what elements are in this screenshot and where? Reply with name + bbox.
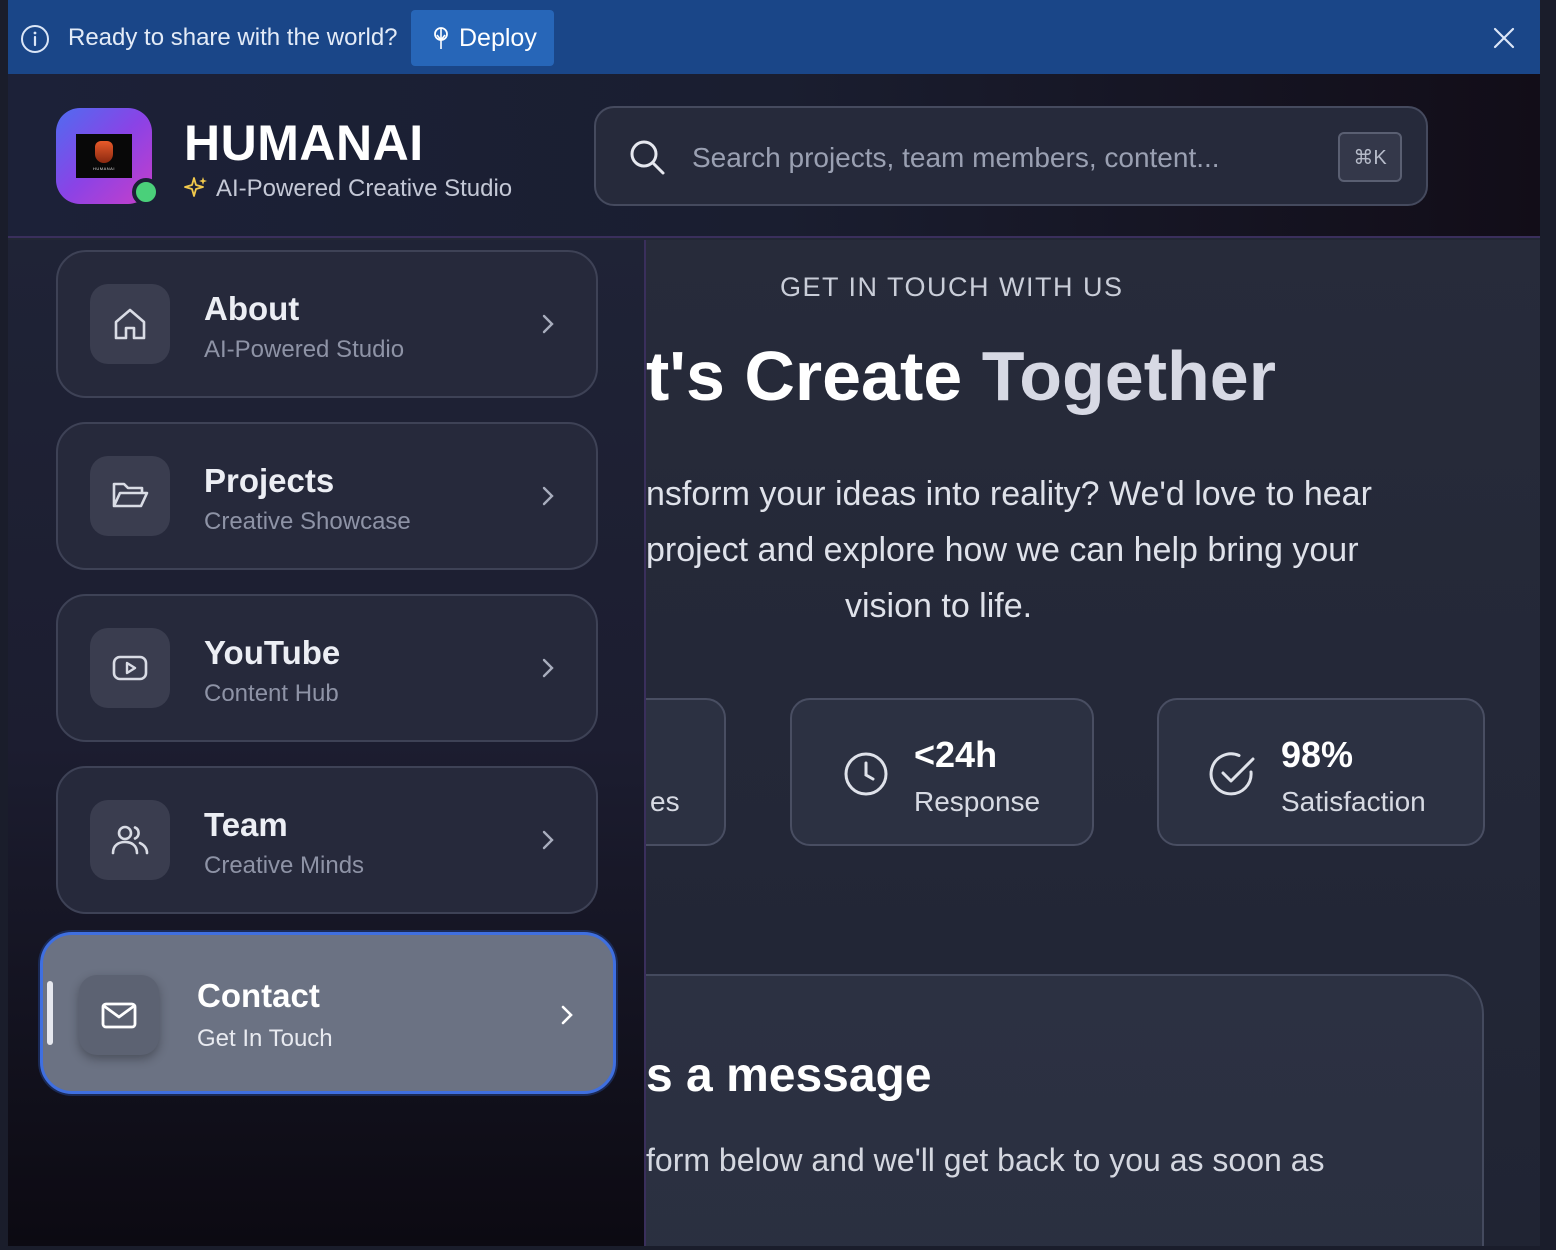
home-icon [90, 284, 170, 364]
chevron-right-icon [542, 830, 554, 850]
sidebar-item-about[interactable]: About AI-Powered Studio [56, 250, 598, 398]
close-icon[interactable] [1492, 26, 1516, 50]
stat-label: Satisfaction [1281, 786, 1426, 817]
stat-card-satisfaction: 98% Satisfaction [1157, 698, 1485, 846]
deploy-label: Deploy [459, 23, 537, 52]
sidebar-item-youtube[interactable]: YouTube Content Hub [56, 594, 598, 742]
users-icon [90, 800, 170, 880]
hero-line: nsform your ideas into reality? We'd lov… [646, 475, 1372, 513]
hero-title-highlight: Together [981, 337, 1276, 415]
stat-label: es [650, 786, 680, 817]
sidebar-item-sub: Creative Showcase [204, 508, 411, 535]
stat-label: Response [914, 786, 1041, 817]
sidebar-item-label: Contact [197, 977, 320, 1014]
sidebar-item-sub: AI-Powered Studio [204, 336, 405, 363]
check-circle-icon [1209, 752, 1255, 796]
search-bar[interactable]: ⌘K [594, 106, 1428, 206]
banner-text: Ready to share with the world? [68, 24, 398, 51]
deploy-icon [434, 27, 448, 49]
brand-subtitle: AI-Powered Creative Studio [216, 175, 513, 202]
logo-text: HUMANAI [93, 166, 115, 171]
logo-mark: HUMANAI [76, 134, 132, 178]
folder-icon [90, 456, 170, 536]
sidebar-item-sub: Content Hub [204, 680, 339, 707]
sidebar-item-contact[interactable]: Contact Get In Touch [40, 932, 616, 1094]
mail-icon [79, 975, 159, 1055]
sparkle-icon [184, 177, 207, 197]
clock-icon [844, 752, 888, 796]
stat-value: 98% [1281, 734, 1354, 775]
contact-section: GET IN TOUCH WITH US t's Create Together… [546, 240, 1540, 1246]
chevron-right-icon [542, 486, 554, 506]
form-description: form below and we'll get back to you as … [646, 1142, 1325, 1178]
deploy-banner: Ready to share with the world? Deploy [8, 0, 1540, 74]
sidebar-item-label: About [204, 290, 300, 327]
active-indicator [47, 981, 53, 1045]
info-icon [21, 25, 49, 53]
deploy-button[interactable]: Deploy [411, 10, 554, 66]
sidebar-item-sub: Get In Touch [197, 1025, 333, 1052]
chevron-right-icon [542, 314, 554, 334]
stat-card-response: <24h Response [790, 698, 1094, 846]
section-eyebrow: GET IN TOUCH WITH US [780, 272, 1124, 302]
sidebar-item-label: Projects [204, 462, 335, 499]
sidebar-nav: About AI-Powered Studio Projects Creativ… [8, 240, 646, 1246]
hero-line: vision to life. [845, 587, 1033, 625]
app-header: HUMANAI HUMANAI AI-Powered Creative Stud… [8, 74, 1540, 238]
app-window: Ready to share with the world? Deploy HU… [8, 0, 1540, 1246]
chevron-right-icon [542, 658, 554, 678]
hero-title-part: t's Create [646, 337, 982, 415]
hero-line: project and explore how we can help brin… [646, 531, 1359, 569]
sidebar-item-team[interactable]: Team Creative Minds [56, 766, 598, 914]
sidebar-item-label: Team [204, 806, 288, 843]
online-status-dot [132, 178, 160, 206]
hero-description: nsform your ideas into reality? We'd lov… [646, 466, 1486, 634]
sidebar-item-projects[interactable]: Projects Creative Showcase [56, 422, 598, 570]
form-title: s a message [646, 1049, 932, 1102]
search-input[interactable] [692, 132, 1312, 184]
message-form-card [546, 974, 1484, 1246]
chevron-right-icon [561, 1005, 573, 1025]
hero-title: t's Create Together [646, 336, 1276, 416]
search-icon [630, 140, 665, 175]
mask-icon [95, 141, 113, 163]
sidebar-item-label: YouTube [204, 634, 341, 671]
youtube-icon [90, 628, 170, 708]
brand-title: HUMANAI [184, 115, 424, 171]
sidebar-item-sub: Creative Minds [204, 852, 365, 879]
search-shortcut-badge: ⌘K [1338, 132, 1402, 182]
stat-value: <24h [914, 734, 998, 775]
